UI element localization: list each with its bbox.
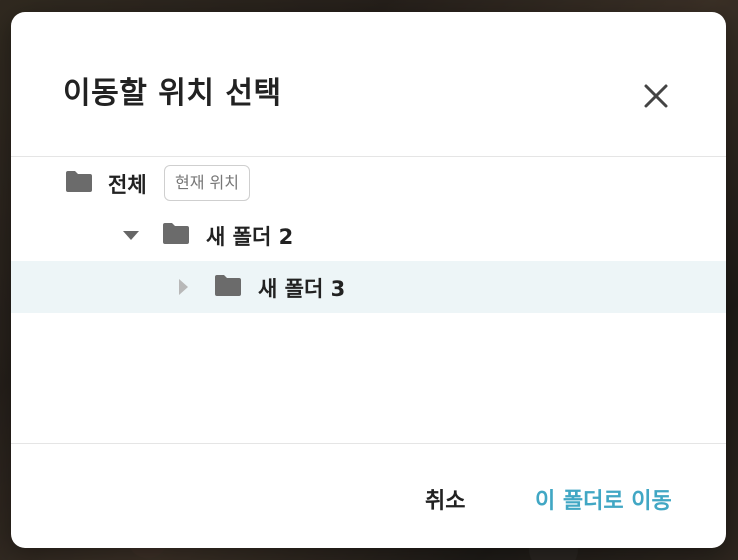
close-button[interactable]	[639, 79, 673, 113]
folder-tree: 전체 현재 위치 새 폴더 2 새 폴더 3	[11, 157, 726, 313]
dialog-title: 이동할 위치 선택	[63, 76, 282, 111]
dialog-header: 이동할 위치 선택	[11, 12, 726, 157]
folder-icon	[163, 223, 189, 244]
caret-down-icon[interactable]	[121, 225, 141, 245]
current-location-badge: 현재 위치	[164, 165, 250, 201]
move-folder-dialog: 이동할 위치 선택 전체 현재 위치 새 폴더 2 새 폴더 3 취소 이 폴더…	[11, 12, 726, 548]
close-icon	[644, 84, 668, 108]
tree-row-root[interactable]: 전체 현재 위치	[11, 157, 726, 209]
cancel-button[interactable]: 취소	[425, 483, 465, 515]
dialog-footer: 취소 이 폴더로 이동	[11, 443, 726, 548]
folder-icon	[66, 171, 92, 192]
tree-item-label[interactable]: 새 폴더 2	[206, 221, 293, 251]
folder-icon	[215, 275, 241, 296]
tree-root-label[interactable]: 전체	[108, 169, 147, 199]
tree-row-folder-3[interactable]: 새 폴더 3	[11, 261, 726, 313]
tree-item-label[interactable]: 새 폴더 3	[258, 273, 345, 303]
caret-right-icon[interactable]	[173, 277, 193, 297]
move-to-folder-button[interactable]: 이 폴더로 이동	[535, 483, 672, 515]
tree-row-folder-2[interactable]: 새 폴더 2	[11, 209, 726, 261]
